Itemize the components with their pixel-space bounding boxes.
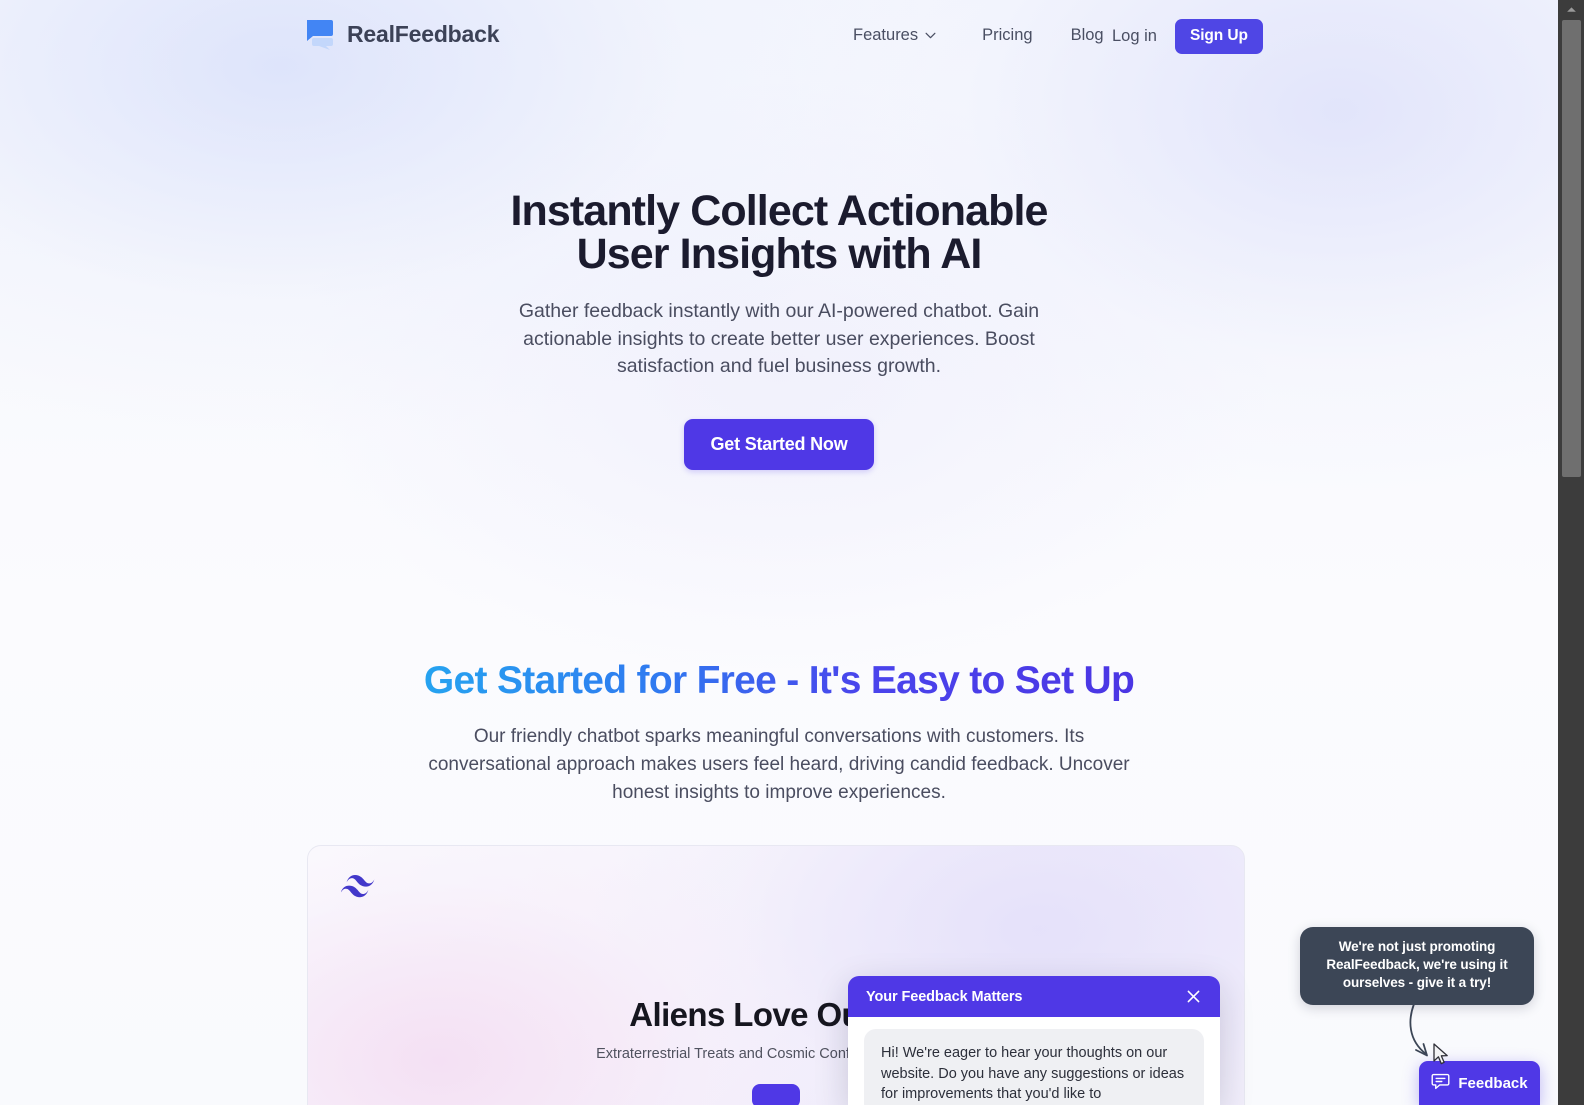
nav-item-blog[interactable]: Blog [1063, 22, 1112, 49]
hero-section: Instantly Collect Actionable User Insigh… [0, 187, 1558, 471]
login-link[interactable]: Log in [1110, 23, 1159, 50]
brand-name: RealFeedback [347, 20, 500, 47]
chat-widget-title: Your Feedback Matters [866, 988, 1023, 1005]
mouse-pointer-icon [1432, 1043, 1452, 1067]
auth-actions: Log in Sign Up [1110, 19, 1263, 54]
get-started-section: Get Started for Free - It's Easy to Set … [0, 659, 1558, 807]
chat-bubble-icon [305, 18, 335, 50]
brand-logo-link[interactable]: RealFeedback [305, 18, 499, 50]
chat-widget-body: Hi! We're eager to hear your thoughts on… [848, 1017, 1220, 1105]
feedback-chat-widget: Your Feedback Matters Hi! We're eager to… [848, 976, 1220, 1105]
chat-widget-header: Your Feedback Matters [848, 976, 1220, 1017]
hero-subtitle: Gather feedback instantly with our AI-po… [518, 300, 1040, 378]
wave-logo-icon [340, 873, 381, 899]
section-title: Get Started for Free - It's Easy to Set … [423, 659, 1135, 702]
hero-cta-wrapper: Get Started Now [0, 419, 1558, 471]
feedback-chat-icon [1431, 1072, 1450, 1095]
section-subtitle: Our friendly chatbot sparks meaningful c… [428, 725, 1130, 804]
nav-label-blog: Blog [1070, 26, 1104, 44]
feedback-launcher-button[interactable]: Feedback [1419, 1061, 1540, 1105]
nav-label-features: Features [853, 26, 919, 44]
demo-cta-button[interactable] [752, 1084, 800, 1105]
scroll-up-arrow-icon[interactable] [1558, 0, 1584, 18]
scrollbar-thumb[interactable] [1562, 20, 1581, 477]
vertical-scrollbar[interactable] [1558, 0, 1584, 1105]
nav-label-pricing: Pricing [982, 26, 1033, 44]
site-header: RealFeedback Features Pricing Blog Log i… [0, 0, 1558, 71]
main-navigation: Features Pricing Blog [845, 22, 1112, 49]
promo-tooltip: We're not just promoting RealFeedback, w… [1300, 927, 1534, 1006]
feedback-launcher-label: Feedback [1458, 1074, 1528, 1092]
chevron-down-icon [925, 32, 936, 39]
nav-item-pricing[interactable]: Pricing [974, 22, 1040, 49]
signup-button[interactable]: Sign Up [1174, 19, 1263, 54]
hero-title: Instantly Collect Actionable User Insigh… [510, 187, 1048, 278]
chat-bot-message: Hi! We're eager to hear your thoughts on… [864, 1029, 1204, 1105]
page-root: RealFeedback Features Pricing Blog Log i… [0, 0, 1558, 1105]
get-started-button[interactable]: Get Started Now [684, 419, 874, 471]
close-icon[interactable] [1182, 986, 1204, 1008]
nav-item-features[interactable]: Features [845, 22, 944, 49]
